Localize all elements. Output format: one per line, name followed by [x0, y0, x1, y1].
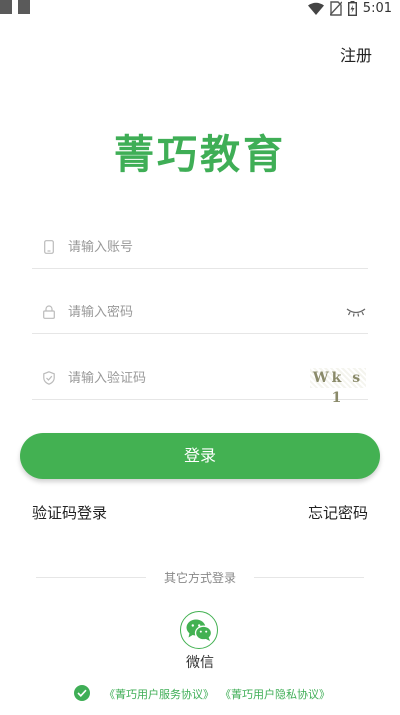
forgot-password-link[interactable]: 忘记密码 — [308, 502, 368, 523]
status-left — [0, 0, 30, 14]
agreement-checkbox[interactable] — [74, 685, 90, 701]
app-title: 菁巧教育 — [114, 132, 286, 178]
notification-icon — [0, 0, 12, 14]
status-right: 5:01 — [307, 1, 392, 16]
captcha-input[interactable] — [68, 370, 310, 386]
shield-icon — [40, 369, 58, 387]
phone-icon — [40, 238, 58, 256]
captcha-field: Wk s 1 — [32, 357, 368, 406]
agreement-links: 《菁巧用户服务协议》 《菁巧用户隐私协议》 — [104, 686, 330, 702]
captcha-image[interactable]: Wk s 1 — [310, 368, 366, 406]
password-input[interactable] — [68, 304, 346, 320]
login-button[interactable]: 登录 — [20, 433, 380, 479]
check-icon — [77, 689, 87, 697]
account-field — [32, 226, 368, 269]
lock-icon — [40, 303, 58, 321]
battery-icon — [347, 1, 357, 16]
password-field — [32, 291, 368, 334]
notification-icon — [18, 0, 30, 14]
eye-closed-icon[interactable] — [346, 307, 366, 317]
other-login-label: 其它方式登录 — [163, 571, 236, 585]
service-agreement-link[interactable]: 《菁巧用户服务协议》 — [104, 686, 214, 702]
wechat-login-button[interactable] — [180, 611, 218, 649]
privacy-agreement-link[interactable]: 《菁巧用户隐私协议》 — [220, 686, 330, 702]
wechat-icon — [186, 619, 213, 641]
status-bar: 5:01 — [0, 0, 400, 22]
account-input[interactable] — [68, 239, 368, 255]
wechat-label: 微信 — [186, 655, 214, 671]
wifi-icon — [307, 2, 324, 15]
no-sim-icon — [329, 1, 342, 16]
captcha-login-link[interactable]: 验证码登录 — [32, 502, 107, 523]
register-link[interactable]: 注册 — [340, 42, 372, 66]
status-time: 5:01 — [362, 1, 392, 16]
